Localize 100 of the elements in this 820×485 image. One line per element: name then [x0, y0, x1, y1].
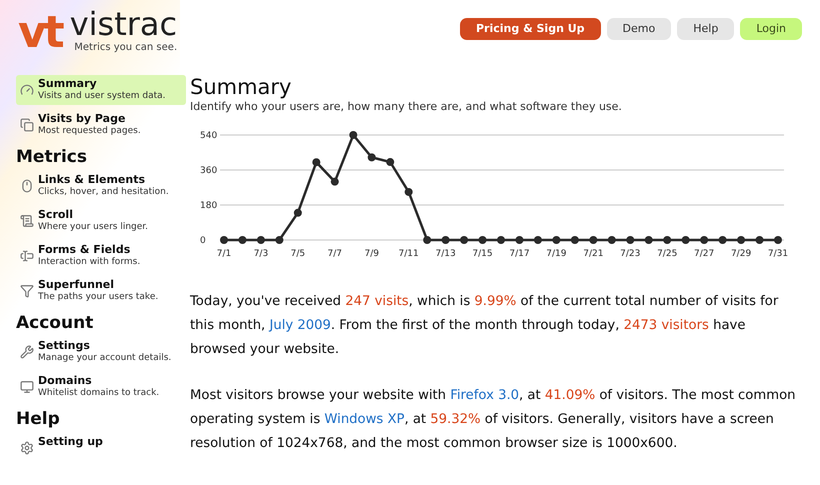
data-point [404, 187, 413, 196]
data-point [368, 152, 376, 161]
item-title: Superfunnel [38, 278, 116, 291]
section-heading: Account [16, 314, 94, 332]
data-point [294, 208, 302, 216]
item-title: Forms & Fields [38, 243, 132, 256]
monitor-icon [20, 380, 34, 394]
data-point [774, 236, 782, 244]
data-point [718, 236, 727, 244]
data-point [644, 236, 653, 244]
axis-label: 7/19 [546, 248, 566, 258]
data-point [700, 236, 708, 244]
sidebar-item[interactable]: Setting up [16, 433, 186, 457]
data-point [220, 236, 228, 244]
data-point [497, 236, 505, 244]
gear-icon [20, 441, 34, 455]
data-point [663, 236, 672, 244]
data-point [608, 236, 616, 244]
nav-button[interactable]: Help [677, 18, 734, 40]
link[interactable]: Firefox 3.0 [450, 388, 520, 402]
sidebar-item[interactable]: Settings Manage your account details. [16, 337, 186, 367]
item-description: The paths your users take. [38, 291, 158, 304]
data-point [275, 236, 284, 244]
section-heading: Help [16, 410, 61, 428]
axis-label: 7/11 [398, 248, 419, 258]
axis-label: 7/9 [364, 248, 379, 258]
sidebar-item[interactable]: Scroll Where your users linger. [16, 206, 186, 236]
nav-button[interactable]: Demo [606, 18, 672, 40]
item-title: Scroll [38, 208, 74, 221]
sidebar-item[interactable]: Domains Whitelist domains to track. [16, 372, 186, 402]
item-description: Visits and user system data. [38, 90, 166, 103]
funnel-icon [20, 284, 34, 298]
page-subtitle: Identify who your users are, how many there are, and what software they use. [190, 99, 623, 115]
axis-label: 7/13 [436, 248, 456, 258]
data-point [682, 236, 690, 244]
data-point [238, 236, 246, 244]
axis-label: 7/3 [254, 248, 268, 258]
data-point [534, 236, 542, 244]
data-point [552, 236, 560, 244]
axis-label: 7/5 [290, 248, 306, 258]
data-point [626, 236, 634, 244]
data-point [330, 177, 339, 186]
item-title: Settings [38, 339, 91, 352]
item-title: Setting up [38, 435, 103, 448]
data-point [589, 236, 598, 244]
sidebar-item[interactable]: Superfunnel The paths your users take. [16, 276, 186, 306]
data-point [460, 236, 468, 244]
axis-label: 540 [200, 130, 218, 140]
item-description: Whitelist domains to track. [38, 387, 160, 400]
data-point [737, 236, 746, 244]
item-description: Interaction with forms. [38, 256, 140, 269]
axis-label: 7/17 [509, 248, 530, 258]
summary-paragraph: Most visitors browse your website with Firefox 3.0, at 41.09% of visitors. The most common operating system is Windows XP, at 59.32% of visitors. Generally, visitors have a screen resolution of 1024x768, and the most common browser size is 1000x600. [190, 386, 796, 452]
item-description: Where your users linger. [38, 221, 148, 234]
data-point [756, 236, 764, 244]
sidebar-item[interactable]: Links & Elements Clicks, hover, and hesitation. [16, 171, 186, 201]
nav-button[interactable]: Login [740, 18, 802, 40]
data-point [515, 236, 524, 244]
scroll-icon [20, 214, 34, 228]
axis-label: 7/23 [620, 248, 640, 258]
axis-label: 7/27 [694, 248, 714, 258]
nav-button[interactable]: Pricing & Sign Up [460, 18, 601, 40]
page-title: Summary [190, 75, 292, 99]
link[interactable]: July 2009 [269, 318, 331, 332]
summary-paragraph: Today, you've received 247 visits, which is 9.99% of the current total number of visits for this month, July 2009. From the first of the month through today, 2473 visitors have browsed your website. [190, 292, 780, 358]
text-field-icon [20, 249, 34, 263]
sidebar-item[interactable]: Summary Visits and user system data. [16, 75, 186, 105]
item-title: Domains [38, 374, 93, 387]
data-point [423, 236, 432, 244]
logo-name: vistrac [70, 8, 178, 40]
logo-mark: vt [18, 11, 62, 55]
axis-label: 7/15 [472, 248, 493, 258]
item-title: Links & Elements [38, 173, 146, 186]
pages-icon [20, 118, 34, 132]
section-heading: Metrics [16, 148, 88, 166]
data-point [349, 130, 358, 138]
item-description: Manage your account details. [38, 352, 172, 365]
axis-label: 7/1 [216, 248, 232, 258]
link[interactable]: Windows XP [324, 412, 404, 426]
data-point [256, 236, 265, 244]
axis-label: 360 [200, 166, 218, 176]
wrench-icon [20, 345, 34, 359]
sidebar-item[interactable]: Forms & Fields Interaction with forms. [16, 241, 186, 271]
sidebar-item[interactable]: Visits by Page Most requested pages. [16, 110, 186, 140]
item-description: Most requested pages. [38, 125, 141, 138]
data-point [478, 236, 487, 244]
data-point [442, 236, 450, 244]
gauge-icon [20, 83, 34, 97]
axis-label: 7/29 [730, 248, 752, 258]
tagline: Metrics you can see. [74, 41, 178, 55]
data-point [386, 158, 394, 166]
axis-label: 7/21 [583, 248, 604, 258]
axis-label: 7/25 [657, 248, 678, 258]
axis-label: 7/31 [768, 248, 788, 258]
data-point [312, 158, 320, 166]
axis-label: 0 [200, 236, 206, 246]
item-title: Summary [38, 77, 98, 90]
axis-label: 7/7 [328, 248, 342, 258]
data-point [570, 236, 579, 244]
axis-label: 180 [200, 200, 218, 210]
